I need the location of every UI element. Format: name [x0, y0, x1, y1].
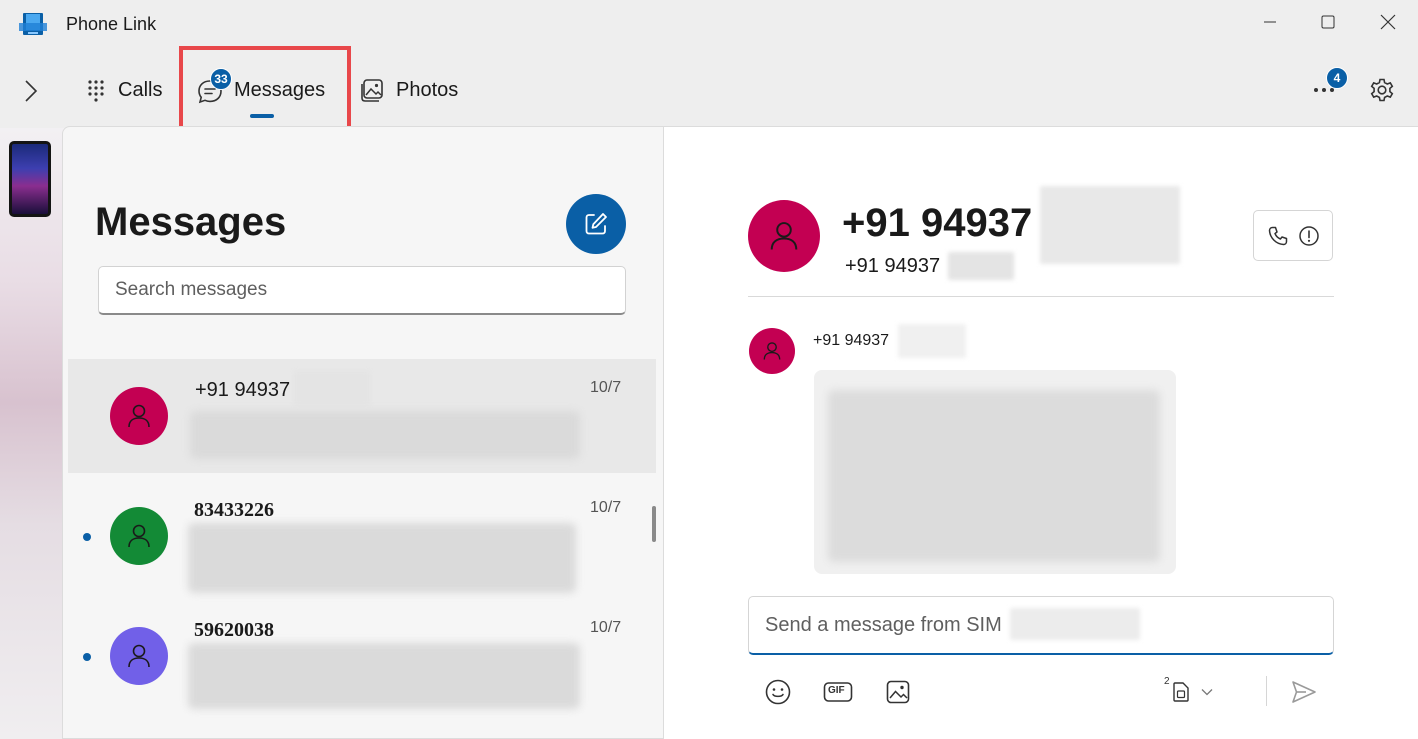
redacted-block [1010, 608, 1140, 640]
person-icon [763, 342, 781, 360]
dialpad-icon [88, 80, 104, 102]
phone-thumbnail[interactable] [9, 141, 51, 217]
conversation-item[interactable]: +91 94937 10/7 [68, 359, 656, 473]
more-options-button[interactable]: 4 [1304, 67, 1348, 108]
minimize-button[interactable] [1240, 0, 1300, 44]
highlight-annotation-box [179, 46, 351, 134]
conversation-date: 10/7 [590, 499, 622, 516]
conversation-contact-name: 83433226 [194, 499, 274, 521]
message-sender-name: +91 94937 [813, 332, 890, 349]
gear-icon [1370, 78, 1394, 102]
conversation-item[interactable]: 59620038 10/7 [68, 599, 656, 713]
phone-screen-preview [12, 144, 48, 214]
compose-icon [585, 213, 607, 235]
tab-photos-label: Photos [396, 78, 459, 101]
conversation-date: 10/7 [590, 379, 622, 396]
conversation-item[interactable]: 83433226 10/7 [68, 479, 656, 593]
message-list-scrollbar[interactable] [652, 506, 656, 542]
toolbar-divider [1266, 676, 1267, 706]
person-icon [128, 404, 150, 428]
header-divider [748, 296, 1334, 297]
notifications-badge: 4 [1326, 67, 1348, 89]
expand-sidebar-button[interactable] [14, 74, 48, 108]
conversation-date: 10/7 [590, 619, 622, 636]
info-icon [1298, 225, 1319, 246]
sim-selector-dropdown[interactable] [1166, 674, 1218, 710]
conversation-contact-number: +91 94937 [845, 255, 941, 277]
sim-card-icon [1173, 682, 1189, 702]
maximize-icon [1321, 15, 1335, 29]
contact-info-button[interactable] [1298, 225, 1320, 247]
redacted-message-preview [188, 523, 576, 593]
send-icon [1292, 681, 1316, 703]
new-message-button[interactable] [566, 194, 626, 254]
redacted-message-preview [190, 411, 580, 459]
attach-image-button[interactable] [880, 674, 916, 710]
chevron-down-icon [1201, 689, 1213, 696]
person-icon [128, 644, 150, 668]
phone-icon [1268, 226, 1287, 245]
conversation-contact-name: 59620038 [194, 619, 274, 641]
minimize-icon [1264, 21, 1276, 23]
call-button[interactable] [1267, 225, 1289, 247]
conversation-contact-name: +91 94937 [842, 201, 1033, 245]
message-sender-avatar [749, 328, 795, 374]
emoji-icon [765, 679, 791, 705]
redacted-block [294, 371, 370, 405]
message-bubble [814, 370, 1176, 574]
phone-link-app-icon [19, 11, 47, 37]
emoji-button[interactable] [760, 674, 796, 710]
contact-avatar [110, 387, 168, 445]
tab-calls[interactable]: Calls [84, 62, 162, 118]
contact-avatar [110, 507, 168, 565]
conversation-contact-name: +91 94937 [195, 379, 291, 401]
close-button[interactable] [1358, 0, 1418, 44]
person-icon [770, 222, 798, 250]
redacted-message-preview [188, 643, 580, 709]
image-icon [886, 680, 910, 704]
close-icon [1380, 14, 1396, 30]
maximize-button[interactable] [1298, 0, 1358, 44]
tab-photos[interactable]: Photos [360, 62, 458, 118]
contact-actions-group [1253, 210, 1333, 261]
gif-button[interactable]: GIF [820, 674, 856, 710]
redacted-block [948, 252, 1014, 280]
chevron-right-icon [25, 80, 38, 102]
redacted-message-content [828, 390, 1160, 562]
search-messages-input[interactable] [98, 266, 626, 315]
app-title: Phone Link [66, 14, 157, 34]
gif-label: GIF [828, 685, 845, 696]
redacted-block [1040, 186, 1180, 264]
settings-button[interactable] [1364, 72, 1400, 108]
contact-avatar [110, 627, 168, 685]
person-icon [128, 524, 150, 548]
unread-indicator [83, 533, 91, 541]
conversation-contact-avatar [748, 200, 820, 272]
messages-list-title: Messages [95, 200, 287, 244]
tab-calls-label: Calls [118, 78, 163, 101]
unread-indicator [83, 653, 91, 661]
desktop-wallpaper [0, 128, 64, 739]
photo-icon [361, 79, 383, 102]
redacted-block [898, 324, 966, 358]
send-button[interactable] [1286, 674, 1322, 710]
